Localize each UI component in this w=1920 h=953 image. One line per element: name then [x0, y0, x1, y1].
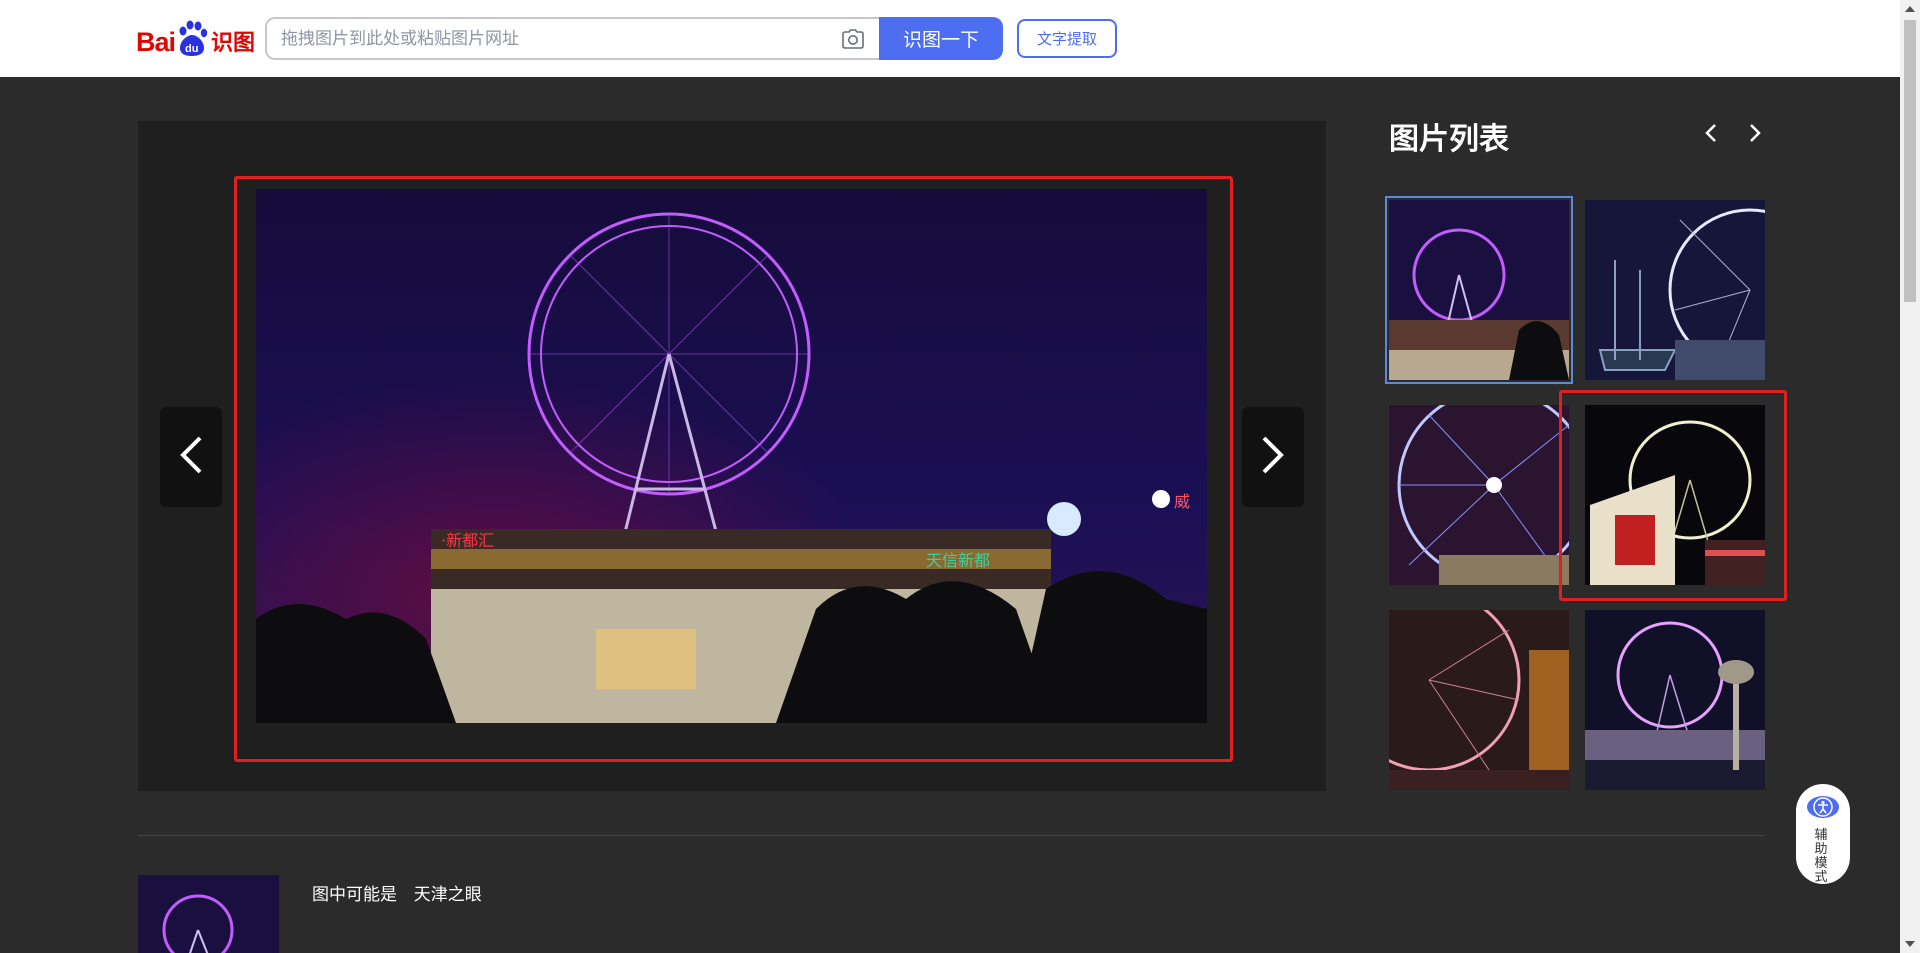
chevron-right-icon: [1260, 435, 1286, 480]
logo-shitu: 识图: [211, 30, 256, 55]
result-thumbnail[interactable]: [138, 875, 279, 953]
thumbnail-4[interactable]: [1585, 405, 1765, 585]
scroll-down-icon[interactable]: [1905, 941, 1915, 947]
logo-bai: Bai: [136, 27, 176, 57]
divider: [138, 835, 1765, 836]
chevron-left-icon: [1700, 124, 1722, 150]
text-extract-button[interactable]: 文字提取: [1017, 19, 1117, 58]
search-button[interactable]: 识图一下: [879, 17, 1003, 60]
vertical-scrollbar[interactable]: [1900, 0, 1920, 953]
list-prev-button[interactable]: [1700, 120, 1722, 146]
thumbnail-5[interactable]: [1389, 610, 1569, 790]
thumbnail-2[interactable]: [1585, 200, 1765, 380]
camera-icon[interactable]: [842, 29, 864, 49]
header: Bai du 识图 识图一下 文字提取: [0, 0, 1900, 77]
scrollbar-thumb[interactable]: [1904, 20, 1916, 302]
recognition-result: 图中可能是 天津之眼: [312, 880, 482, 905]
assist-mode-button[interactable]: 辅助模式: [1796, 784, 1850, 884]
image-list-title: 图片列表: [1389, 123, 1509, 156]
baidu-shitu-logo[interactable]: Bai du 识图: [136, 18, 255, 58]
chevron-left-icon: [178, 435, 204, 480]
search-box: [265, 17, 880, 60]
scroll-up-icon[interactable]: [1905, 6, 1915, 12]
baidu-paw-icon: du: [176, 20, 208, 58]
thumbnail-1[interactable]: [1385, 196, 1573, 384]
result-name[interactable]: 天津之眼: [414, 885, 482, 904]
highlight-frame-main: [234, 176, 1233, 762]
prev-image-button[interactable]: [160, 407, 222, 507]
svg-text:du: du: [185, 43, 198, 55]
thumbnail-6[interactable]: [1585, 610, 1765, 790]
thumbnail-3[interactable]: [1389, 405, 1569, 585]
accessibility-icon: [1807, 796, 1839, 818]
next-image-button[interactable]: [1242, 407, 1304, 507]
search-input[interactable]: [281, 19, 821, 58]
chevron-right-icon: [1744, 124, 1766, 150]
assist-mode-label: 辅助模式: [1814, 827, 1832, 884]
result-prefix: 图中可能是: [312, 885, 397, 904]
list-next-button[interactable]: [1744, 120, 1766, 146]
